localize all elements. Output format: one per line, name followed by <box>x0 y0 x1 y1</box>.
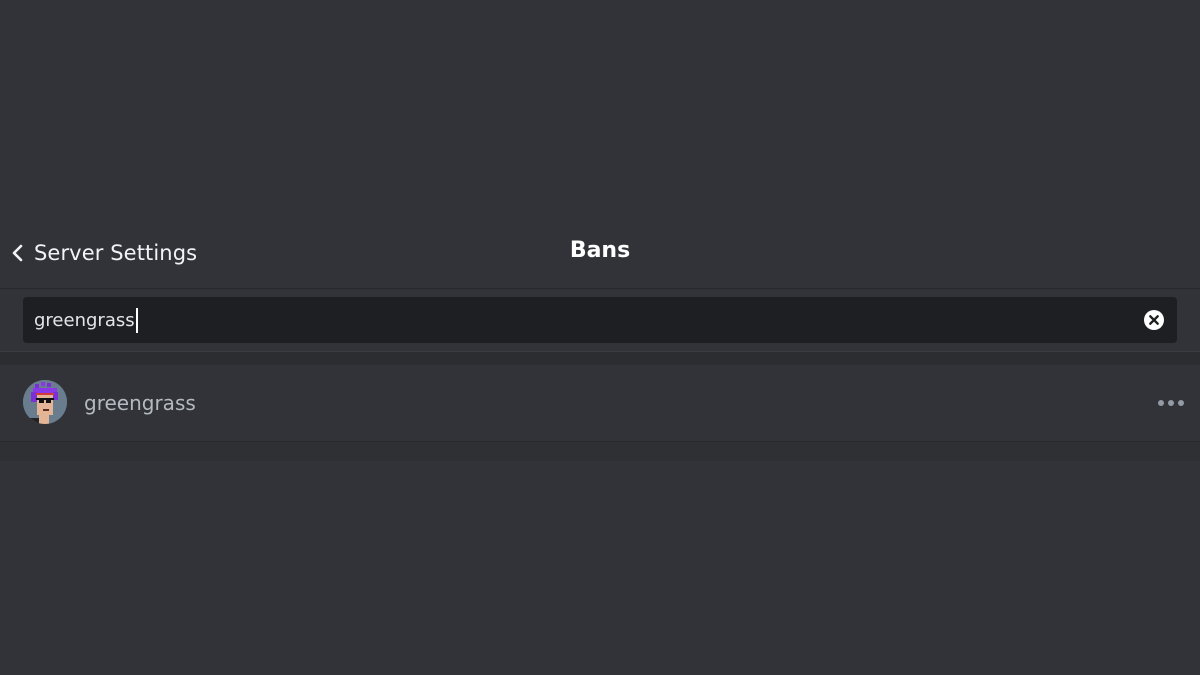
banned-username: greengrass <box>84 391 196 415</box>
dot <box>1178 400 1184 406</box>
list-footer-band <box>0 442 1200 461</box>
clear-search-icon[interactable] <box>1144 310 1164 330</box>
more-options-icon[interactable] <box>1158 393 1184 413</box>
header-divider <box>0 288 1200 289</box>
settings-header: Server Settings Bans <box>0 218 1200 288</box>
list-separator <box>0 351 1200 365</box>
dot <box>1168 400 1174 406</box>
text-caret <box>135 307 138 333</box>
banned-user-row[interactable]: greengrass <box>0 365 1200 441</box>
search-input[interactable]: greengrass <box>34 307 138 333</box>
ban-search-field[interactable]: greengrass <box>23 297 1177 343</box>
page-title: Bans <box>569 238 631 263</box>
bans-screen: Server Settings Bans greengrass greengra… <box>0 0 1200 675</box>
dot <box>1158 400 1164 406</box>
avatar <box>23 380 67 424</box>
search-input-value: greengrass <box>34 309 135 331</box>
pixel-punk-avatar-icon <box>23 380 67 424</box>
